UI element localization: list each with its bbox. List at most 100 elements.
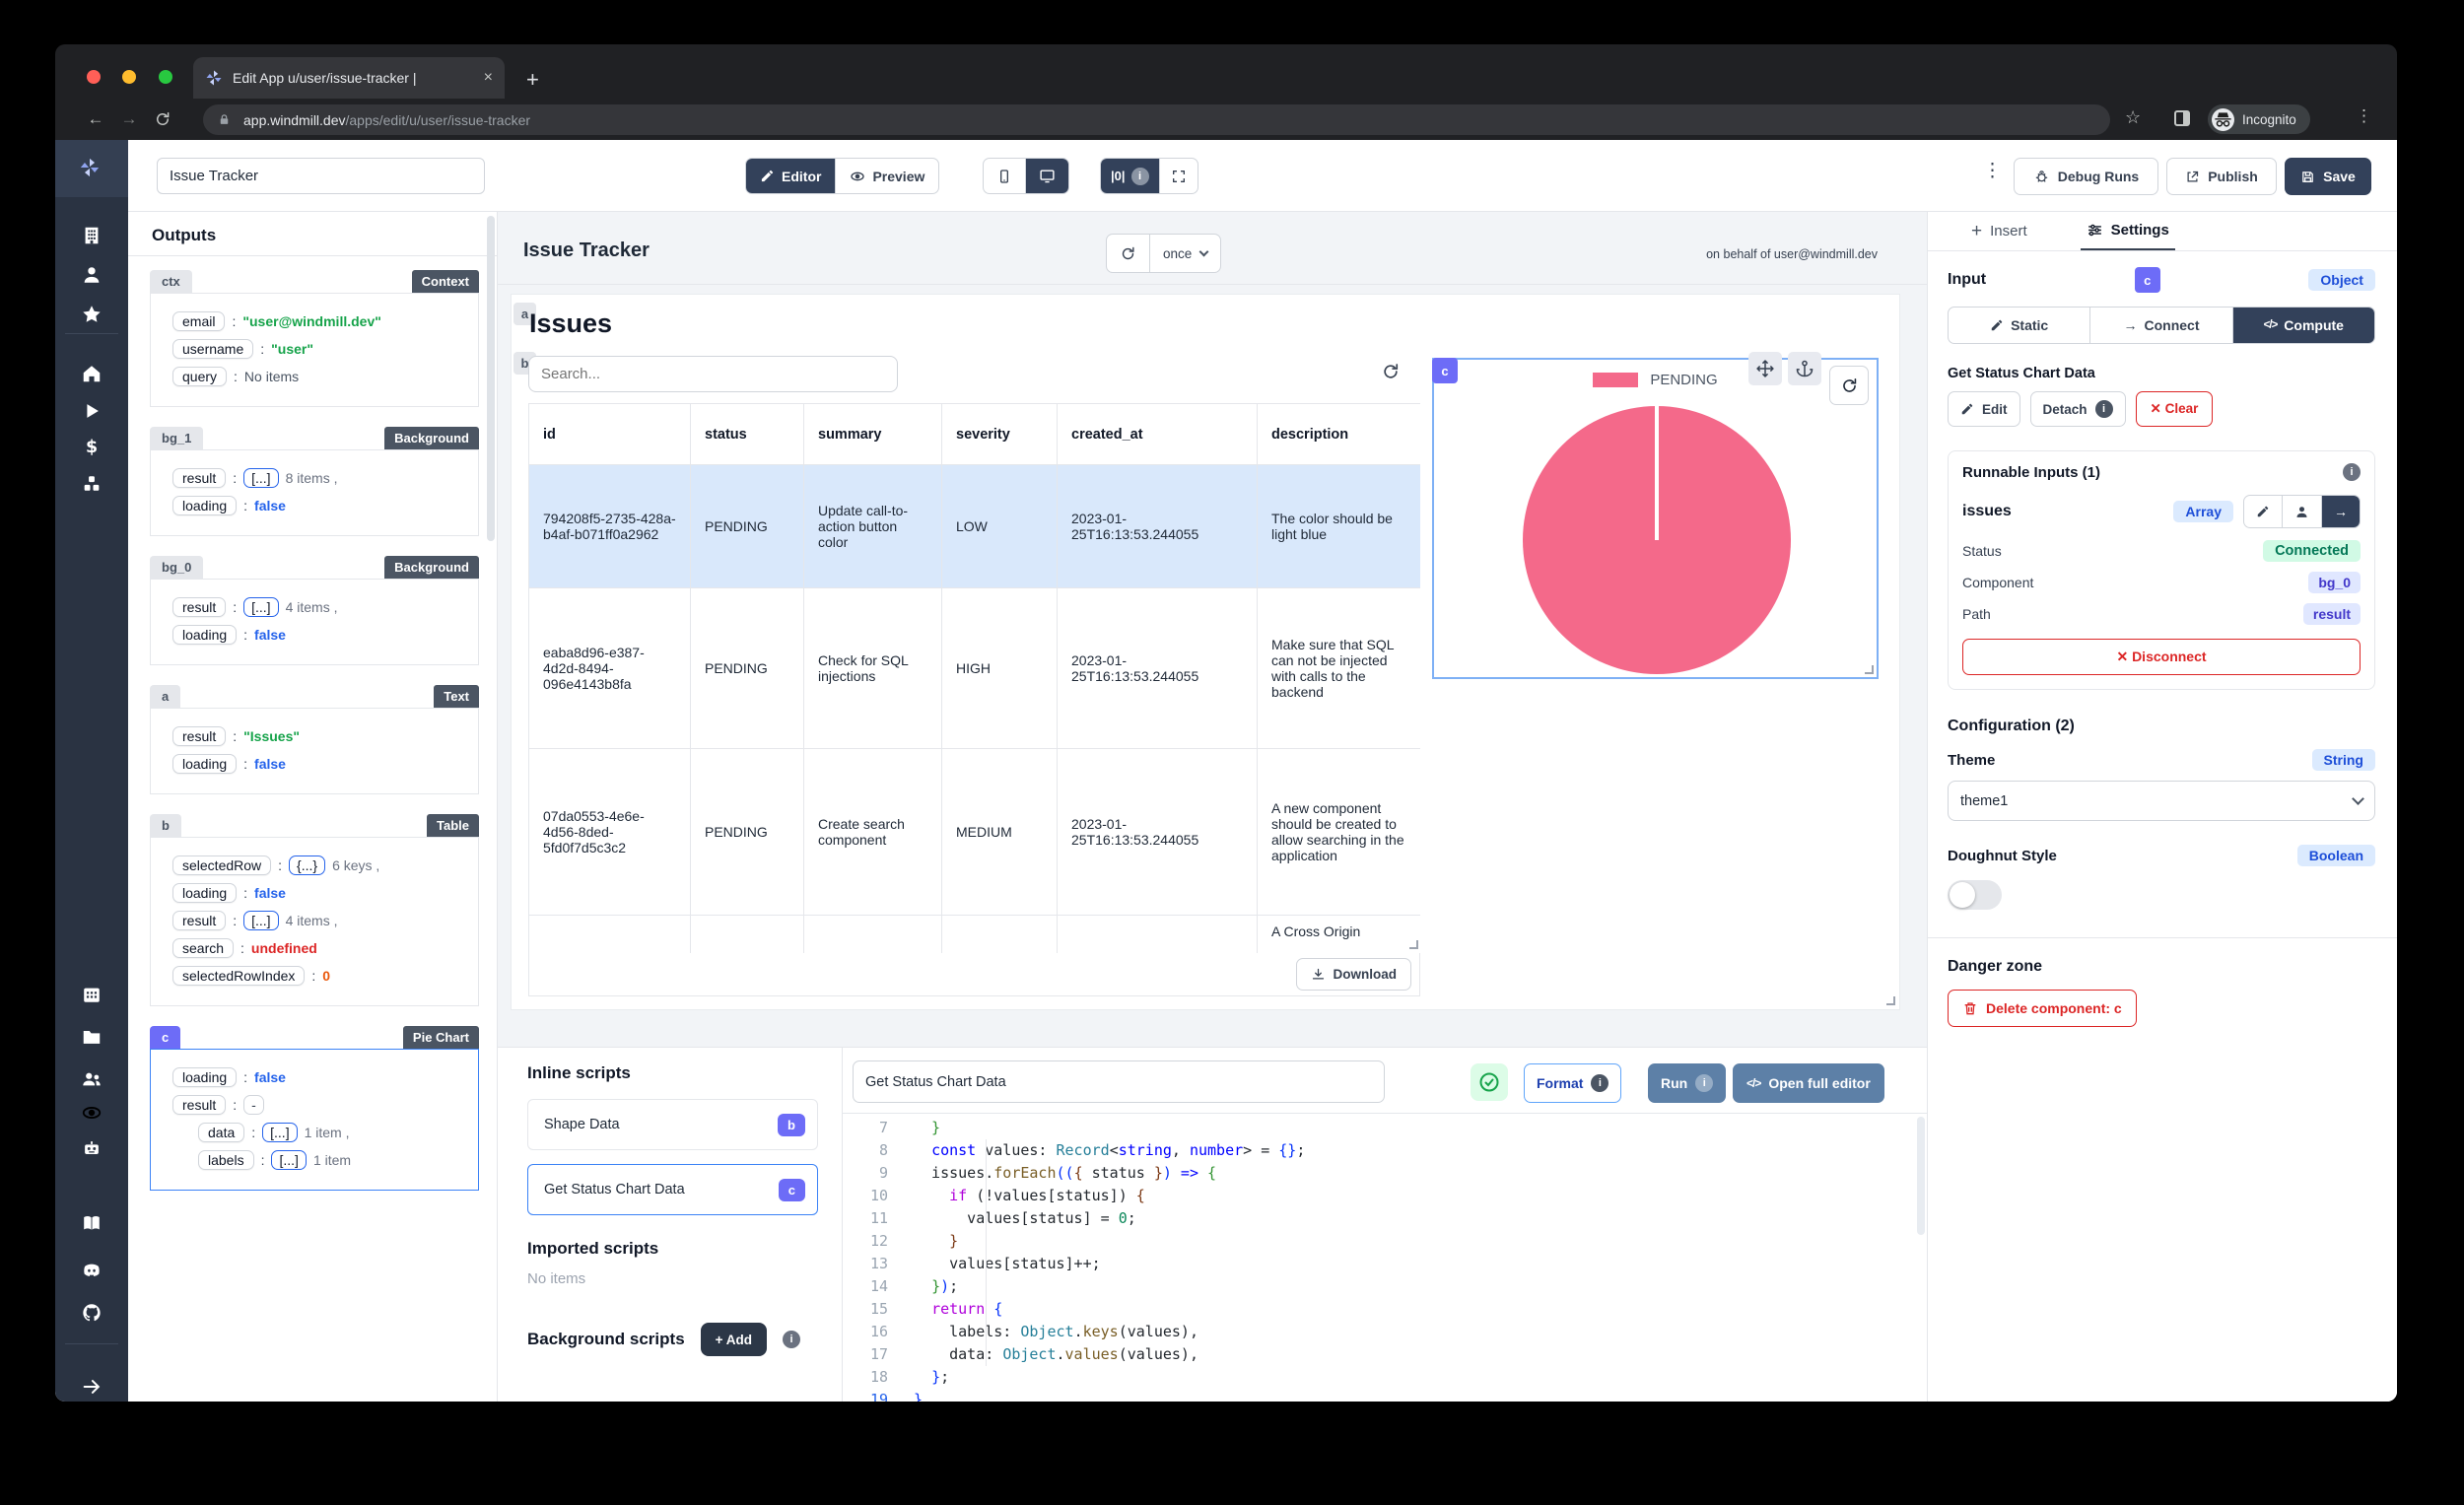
compute-button[interactable]: </>Compute <box>2233 308 2374 343</box>
save-button[interactable]: Save <box>2285 158 2371 195</box>
sidebar-folders-icon[interactable] <box>81 1026 103 1048</box>
component-anchor-button[interactable] <box>1788 352 1821 385</box>
run-button[interactable]: Runi <box>1648 1063 1726 1103</box>
code-line[interactable]: 12 } <box>851 1230 1920 1253</box>
output-row-loading[interactable]: loading:false <box>172 754 470 774</box>
code-line[interactable]: 18 }; <box>851 1366 1920 1389</box>
open-full-editor-button[interactable]: </>Open full editor <box>1733 1063 1884 1103</box>
output-row-result[interactable]: result:[...]4 items , <box>172 597 470 617</box>
output-component-chip[interactable]: c <box>150 1026 180 1049</box>
output-row-selectedRowIndex[interactable]: selectedRowIndex:0 <box>172 966 470 986</box>
output-row-query[interactable]: query:No items <box>172 367 470 386</box>
canvas-resize-handle[interactable] <box>1886 996 1895 1005</box>
output-row-data[interactable]: data:[...]1 item , <box>198 1123 470 1142</box>
sidebar-cubes-icon[interactable] <box>81 473 103 495</box>
browser-tab[interactable]: Edit App u/user/issue-tracker | × <box>193 57 505 99</box>
code-line[interactable]: 14 }); <box>851 1275 1920 1298</box>
issues-table[interactable]: idstatussummaryseveritycreated_atdescrip… <box>528 403 1420 953</box>
sidebar-star-icon[interactable] <box>81 304 103 325</box>
outputs-scrollbar[interactable] <box>487 216 495 541</box>
format-button[interactable]: Formati <box>1524 1063 1621 1103</box>
sidebar-discord-icon[interactable] <box>81 1260 103 1281</box>
collapsed-value[interactable]: [...] <box>262 1123 297 1142</box>
output-row-result[interactable]: result:"Issues" <box>172 726 470 746</box>
output-row-selectedRow[interactable]: selectedRow:{...}6 keys , <box>172 855 470 875</box>
sidebar-collapse-arrow-icon[interactable] <box>81 1376 103 1398</box>
script-name-input[interactable] <box>853 1060 1385 1103</box>
sidebar-play-icon[interactable] <box>81 400 103 422</box>
download-button[interactable]: Download <box>1296 958 1412 991</box>
sidebar-github-icon[interactable] <box>81 1302 103 1324</box>
add-background-script-button[interactable]: + Add <box>701 1323 767 1356</box>
code-line[interactable]: 15 return { <box>851 1298 1920 1321</box>
refresh-mode-select[interactable]: once <box>1150 235 1220 272</box>
code-line[interactable]: 17 data: Object.values(values), <box>851 1343 1920 1366</box>
code-line[interactable]: 9 issues.forEach(({ status }) => { <box>851 1162 1920 1185</box>
legend-label[interactable]: PENDING <box>1650 372 1717 388</box>
code-line[interactable]: 10 if (!values[status]) { <box>851 1185 1920 1207</box>
output-row-labels[interactable]: labels:[...]1 item <box>198 1150 470 1170</box>
table-refresh-icon[interactable] <box>1381 362 1401 381</box>
table-row[interactable]: 794208f5-2735-428a-b4af-b071ff0a2962PEND… <box>529 465 1421 588</box>
static-button[interactable]: Static <box>1949 308 2090 343</box>
canvas-refresh-button[interactable] <box>1107 235 1150 272</box>
reload-icon[interactable] <box>146 110 179 128</box>
sidebar-user-icon[interactable] <box>81 264 103 286</box>
output-row-result[interactable]: result:- <box>172 1095 470 1115</box>
output-row-loading[interactable]: loading:false <box>172 625 470 645</box>
output-row-result[interactable]: result:[...]8 items , <box>172 468 470 488</box>
sidebar-eye-icon[interactable] <box>81 1102 103 1124</box>
doughnut-toggle[interactable] <box>1948 880 2002 910</box>
address-bar[interactable]: app.windmill.dev/apps/edit/u/user/issue-… <box>203 104 2110 135</box>
delete-component-button[interactable]: Delete component: c <box>1948 990 2137 1027</box>
theme-select[interactable]: theme1 <box>1948 781 2375 821</box>
text-component-issues[interactable]: Issues <box>529 308 612 339</box>
sidebar-users-icon[interactable] <box>81 1068 103 1090</box>
connect-button[interactable]: →Connect <box>2090 308 2232 343</box>
sidebar-robot-icon[interactable] <box>81 1137 103 1159</box>
more-menu-icon[interactable]: ⋮ <box>1983 160 2002 182</box>
collapsed-value[interactable]: [...] <box>243 597 278 617</box>
code-line[interactable]: 7 } <box>851 1117 1920 1139</box>
output-row-result[interactable]: result:[...]4 items , <box>172 911 470 930</box>
component-move-handle[interactable] <box>1748 352 1782 385</box>
output-component-chip[interactable]: bg_1 <box>150 427 203 449</box>
output-component-chip[interactable]: bg_0 <box>150 556 203 579</box>
connect-mode-button[interactable]: → <box>2322 496 2360 527</box>
output-component-chip[interactable]: ctx <box>150 270 192 293</box>
static-mode-button[interactable] <box>2244 496 2283 527</box>
output-row-loading[interactable]: loading:false <box>172 1067 470 1087</box>
app-name-input[interactable] <box>157 158 485 194</box>
output-row-loading[interactable]: loading:false <box>172 883 470 903</box>
output-component-chip[interactable]: b <box>150 814 181 837</box>
canvas-grid[interactable]: a Issues b idstatussummaryseveritycreate… <box>511 294 1900 1010</box>
table-row[interactable]: 07da0553-4e6e-4d56-8ded-5fd0f7d5c3c2PEND… <box>529 749 1421 916</box>
debug-runs-button[interactable]: Debug Runs <box>2014 158 2158 195</box>
column-header-created_at[interactable]: created_at <box>1058 404 1258 465</box>
disconnect-button[interactable]: ✕ Disconnect <box>1962 639 2361 675</box>
side-panel-icon[interactable] <box>2174 110 2190 126</box>
sidebar-building-icon[interactable] <box>81 225 103 246</box>
windmill-logo-icon[interactable] <box>79 157 101 178</box>
editor-scrollbar[interactable] <box>1917 1117 1925 1235</box>
tab-close-icon[interactable]: × <box>474 69 493 87</box>
code-line[interactable]: 16 labels: Object.keys(values), <box>851 1321 1920 1343</box>
tab-settings[interactable]: Settings <box>2081 212 2175 250</box>
edit-button[interactable]: Edit <box>1948 391 2020 427</box>
collapsed-value[interactable]: {...} <box>289 855 325 875</box>
pie-chart-component[interactable]: c PENDING <box>1432 358 1879 679</box>
zoom-window-button[interactable] <box>159 70 172 84</box>
inline-script-item[interactable]: Get Status Chart Datac <box>527 1164 818 1215</box>
column-header-status[interactable]: status <box>691 404 804 465</box>
sidebar-calendar-icon[interactable] <box>81 984 103 1005</box>
column-header-description[interactable]: description <box>1258 404 1421 465</box>
column-header-summary[interactable]: summary <box>804 404 942 465</box>
output-row-email[interactable]: email:"user@windmill.dev" <box>172 311 470 331</box>
sidebar-dollar-icon[interactable]: $ <box>81 437 103 458</box>
browser-menu-icon[interactable]: ⋮ <box>2356 106 2372 126</box>
new-tab-button[interactable]: + <box>526 67 539 93</box>
publish-button[interactable]: Publish <box>2166 158 2277 195</box>
minimize-window-button[interactable] <box>122 70 136 84</box>
user-mode-button[interactable] <box>2283 496 2322 527</box>
code-editor[interactable]: 7 }8 const values: Record<string, number… <box>851 1117 1920 1402</box>
